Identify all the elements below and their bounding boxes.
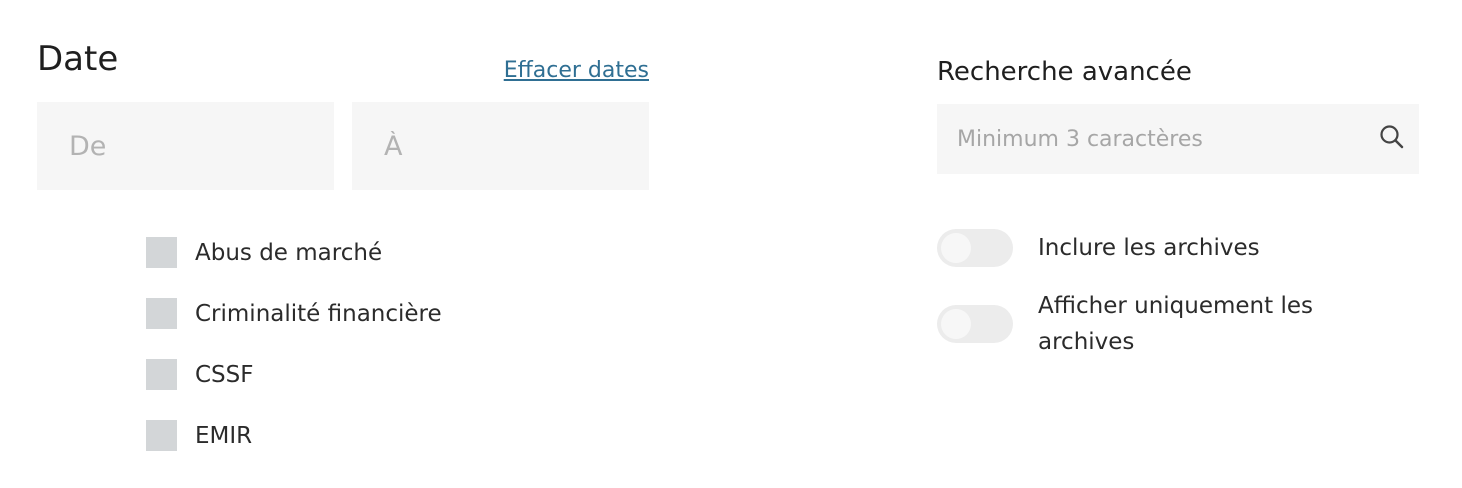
only-archives-label: Afficher uniquement les archives: [1038, 293, 1313, 355]
category-checkbox-criminalite-financiere[interactable]: Criminalité financière: [146, 283, 442, 344]
category-checkbox-abus-de-marche[interactable]: Abus de marché: [146, 222, 442, 283]
checkbox[interactable]: [146, 420, 177, 451]
date-to-input[interactable]: [352, 102, 649, 190]
category-checkbox-emir[interactable]: EMIR: [146, 405, 442, 466]
category-checkbox-cssf[interactable]: CSSF: [146, 344, 442, 405]
advanced-search-box: [937, 104, 1419, 174]
checkbox-label: Criminalité financière: [195, 300, 442, 327]
checkbox-label: EMIR: [195, 422, 253, 449]
checkbox-label: Abus de marché: [195, 239, 383, 266]
include-archives-toggle-row[interactable]: Inclure les archives: [937, 229, 1260, 267]
clear-dates-link[interactable]: Effacer dates: [504, 56, 649, 86]
advanced-search-input[interactable]: [937, 104, 1419, 174]
date-title: Date: [37, 39, 119, 79]
include-archives-toggle[interactable]: [937, 229, 1013, 267]
search-icon[interactable]: [1377, 122, 1407, 152]
checkbox-label: CSSF: [195, 361, 254, 388]
date-from-input[interactable]: [37, 102, 334, 190]
only-archives-toggle[interactable]: [937, 305, 1013, 343]
category-checkbox-list: Abus de marché Criminalité financière CS…: [146, 222, 442, 466]
include-archives-label: Inclure les archives: [1038, 235, 1260, 261]
toggle-knob: [941, 233, 971, 263]
only-archives-toggle-row[interactable]: Afficher uniquement les archives: [937, 288, 1378, 360]
checkbox[interactable]: [146, 359, 177, 390]
checkbox[interactable]: [146, 237, 177, 268]
checkbox[interactable]: [146, 298, 177, 329]
advanced-search-title: Recherche avancée: [937, 57, 1192, 87]
toggle-knob: [941, 309, 971, 339]
